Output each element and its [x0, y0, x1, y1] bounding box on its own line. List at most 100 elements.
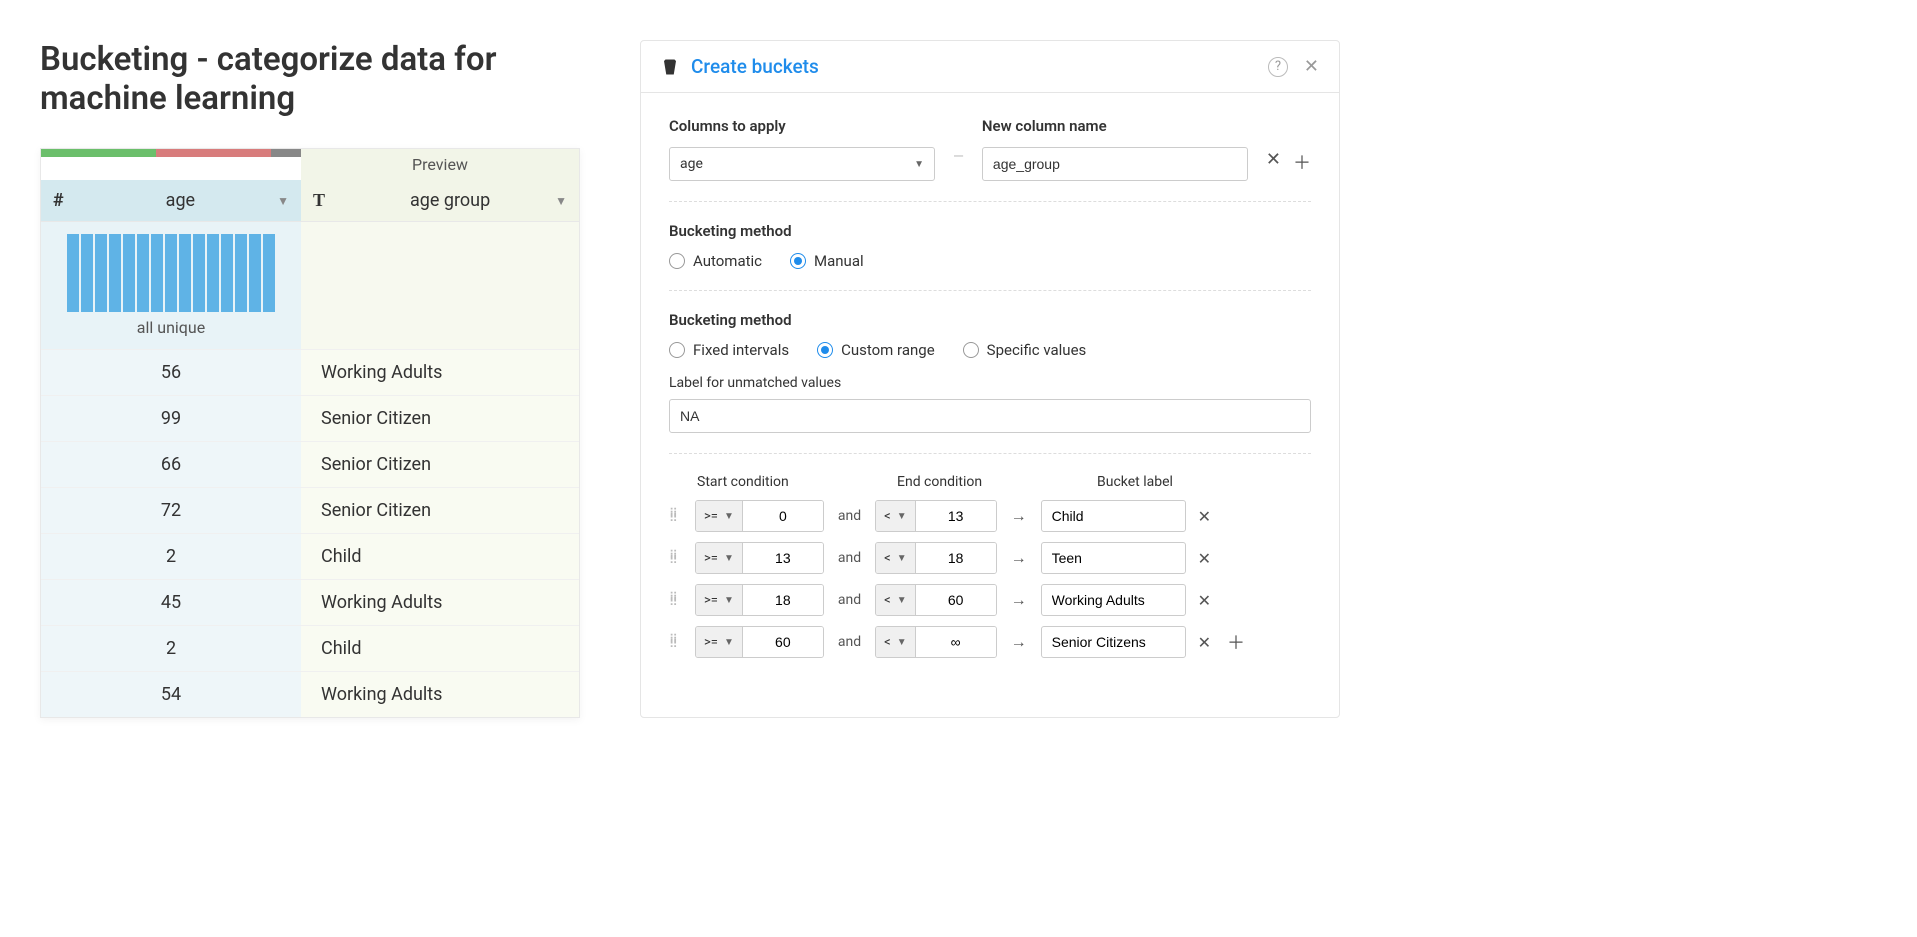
bucket-condition-row: ⠿⠿ >= ▼ and < ▼ → ✕	[669, 500, 1311, 532]
bucket-label-input[interactable]	[1041, 626, 1186, 658]
new-column-name-label: New column name	[982, 117, 1248, 135]
cell-age: 2	[41, 534, 301, 579]
cell-age: 2	[41, 626, 301, 671]
histogram-cell-age: all unique	[41, 222, 301, 349]
column-header-age[interactable]: # age ▼	[41, 180, 301, 221]
cell-age: 99	[41, 396, 301, 441]
chevron-down-icon[interactable]: ▼	[277, 194, 289, 208]
delete-row-icon[interactable]: ✕	[1194, 591, 1215, 610]
bucket-label-input[interactable]	[1041, 584, 1186, 616]
table-row: 2 Child	[41, 533, 579, 579]
start-value-input[interactable]	[743, 585, 823, 615]
columns-to-apply-label: Columns to apply	[669, 117, 935, 135]
cell-group: Working Adults	[301, 350, 579, 395]
remove-column-icon[interactable]: ✕	[1266, 149, 1281, 175]
new-column-name-input[interactable]	[982, 147, 1248, 181]
start-operator-select[interactable]: >= ▼	[696, 627, 743, 657]
chevron-down-icon[interactable]: ▼	[555, 194, 567, 208]
radio-specific-label: Specific values	[987, 341, 1087, 359]
and-connector: and	[832, 592, 867, 608]
column-header-age-label: age	[84, 190, 277, 211]
end-condition-group: < ▼	[875, 626, 997, 658]
drag-handle-icon[interactable]: ⠿⠿	[669, 595, 687, 605]
bucket-label-input[interactable]	[1041, 542, 1186, 574]
radio-custom-label: Custom range	[841, 341, 935, 359]
range-type-label: Bucketing method	[669, 311, 1311, 329]
radio-specific-values[interactable]: Specific values	[963, 341, 1087, 359]
end-condition-group: < ▼	[875, 584, 997, 616]
start-value-input[interactable]	[743, 543, 823, 573]
start-value-input[interactable]	[743, 627, 823, 657]
end-operator-select[interactable]: < ▼	[876, 585, 916, 615]
end-operator-select[interactable]: < ▼	[876, 543, 916, 573]
preview-header-label: Preview	[301, 149, 579, 180]
unmatched-values-input[interactable]	[669, 399, 1311, 433]
and-connector: and	[832, 508, 867, 524]
table-row: 72 Senior Citizen	[41, 487, 579, 533]
columns-to-apply-select[interactable]: age ▼	[669, 147, 935, 181]
bucket-condition-row: ⠿⠿ >= ▼ and < ▼ → ✕	[669, 542, 1311, 574]
start-operator-select[interactable]: >= ▼	[696, 501, 743, 531]
start-operator-select[interactable]: >= ▼	[696, 585, 743, 615]
histogram-bars	[61, 232, 281, 312]
end-value-input[interactable]	[916, 585, 996, 615]
cell-group: Senior Citizen	[301, 442, 579, 487]
radio-circle-icon	[669, 253, 685, 269]
column-header-group[interactable]: T age group ▼	[301, 180, 579, 221]
start-condition-group: >= ▼	[695, 542, 824, 574]
cell-age: 45	[41, 580, 301, 625]
add-row-icon[interactable]: ＋	[1223, 629, 1249, 655]
start-condition-group: >= ▼	[695, 584, 824, 616]
radio-circle-icon	[790, 253, 806, 269]
table-row: 45 Working Adults	[41, 579, 579, 625]
drag-handle-icon[interactable]: ⠿⠿	[669, 637, 687, 647]
histogram-cell-group	[301, 222, 579, 349]
cell-age: 54	[41, 672, 301, 717]
end-condition-header: End condition	[897, 474, 1097, 490]
text-type-icon: T	[313, 190, 325, 211]
radio-automatic-label: Automatic	[693, 252, 762, 270]
data-preview-table: Preview # age ▼ T age group ▼	[40, 148, 580, 718]
cell-group: Working Adults	[301, 580, 579, 625]
help-icon[interactable]: ?	[1268, 57, 1288, 77]
add-column-icon[interactable]: ＋	[1293, 149, 1311, 175]
arrow-right-icon: →	[1005, 506, 1033, 526]
end-value-input[interactable]	[916, 501, 996, 531]
create-buckets-dialog: Create buckets ? ✕ Columns to apply age …	[640, 40, 1340, 718]
end-operator-select[interactable]: < ▼	[876, 627, 916, 657]
table-row: 99 Senior Citizen	[41, 395, 579, 441]
bucket-label-input[interactable]	[1041, 500, 1186, 532]
start-condition-group: >= ▼	[695, 500, 824, 532]
column-quality-bar-gray	[271, 149, 301, 157]
arrow-right-icon: →	[1005, 632, 1033, 652]
radio-manual[interactable]: Manual	[790, 252, 864, 270]
radio-fixed-intervals[interactable]: Fixed intervals	[669, 341, 789, 359]
delete-row-icon[interactable]: ✕	[1194, 549, 1215, 568]
radio-fixed-label: Fixed intervals	[693, 341, 789, 359]
and-connector: and	[832, 550, 867, 566]
cell-group: Senior Citizen	[301, 396, 579, 441]
end-operator-select[interactable]: < ▼	[876, 501, 916, 531]
start-condition-group: >= ▼	[695, 626, 824, 658]
start-operator-select[interactable]: >= ▼	[696, 543, 743, 573]
bucket-condition-row: ⠿⠿ >= ▼ and < ▼ → ✕	[669, 584, 1311, 616]
unmatched-label: Label for unmatched values	[669, 375, 1311, 391]
histogram-label: all unique	[61, 318, 281, 337]
dialog-title: Create buckets	[691, 55, 1252, 78]
close-icon[interactable]: ✕	[1304, 56, 1319, 77]
start-value-input[interactable]	[743, 501, 823, 531]
delete-row-icon[interactable]: ✕	[1194, 633, 1215, 652]
table-row: 56 Working Adults	[41, 349, 579, 395]
radio-custom-range[interactable]: Custom range	[817, 341, 935, 359]
end-value-input[interactable]	[916, 543, 996, 573]
end-condition-group: < ▼	[875, 500, 997, 532]
drag-handle-icon[interactable]: ⠿⠿	[669, 511, 687, 521]
delete-row-icon[interactable]: ✕	[1194, 507, 1215, 526]
drag-handle-icon[interactable]: ⠿⠿	[669, 553, 687, 563]
cell-group: Senior Citizen	[301, 488, 579, 533]
end-value-input[interactable]	[916, 627, 996, 657]
radio-circle-icon	[669, 342, 685, 358]
bucketing-method-label: Bucketing method	[669, 222, 1311, 240]
bucket-label-header: Bucket label	[1097, 474, 1311, 490]
radio-automatic[interactable]: Automatic	[669, 252, 762, 270]
